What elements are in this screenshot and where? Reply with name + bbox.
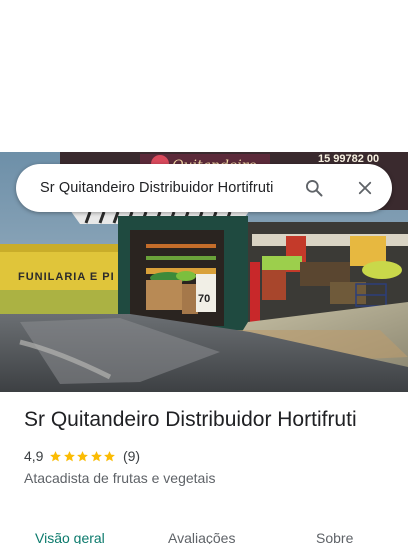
rating-value: 4,9 xyxy=(24,448,44,464)
search-bar[interactable]: Sr Quitandeiro Distribuidor Hortifruti xyxy=(16,164,392,212)
rating-stars xyxy=(49,450,117,463)
tab-reviews[interactable]: Avaliações xyxy=(168,530,235,544)
place-title: Sr Quitandeiro Distribuidor Hortifruti xyxy=(24,408,357,431)
price-sign-text: 70 xyxy=(198,293,210,305)
rating-row[interactable]: 4,9 (9) xyxy=(24,448,394,464)
star-icon xyxy=(50,450,62,461)
wall-sign-text: FUNILARIA E PI xyxy=(18,271,115,283)
place-page: Quitandeiro 15 99782 00 FUNILARIA E PI xyxy=(0,0,408,544)
tab-about[interactable]: Sobre xyxy=(316,530,353,544)
search-icon[interactable] xyxy=(302,176,326,200)
review-count[interactable]: (9) xyxy=(123,448,140,464)
search-input[interactable]: Sr Quitandeiro Distribuidor Hortifruti xyxy=(40,180,287,196)
star-icon xyxy=(104,450,116,461)
close-icon[interactable] xyxy=(353,176,377,200)
place-category[interactable]: Atacadista de frutas e vegetais xyxy=(24,470,394,486)
star-icon xyxy=(77,450,89,461)
tab-overview[interactable]: Visão geral xyxy=(35,530,105,544)
place-info: Sr Quitandeiro Distribuidor Hortifruti 4… xyxy=(24,406,394,486)
place-tabs: Visão geral Avaliações Sobre xyxy=(0,530,408,544)
star-icon xyxy=(64,450,75,461)
star-icon xyxy=(91,450,102,461)
